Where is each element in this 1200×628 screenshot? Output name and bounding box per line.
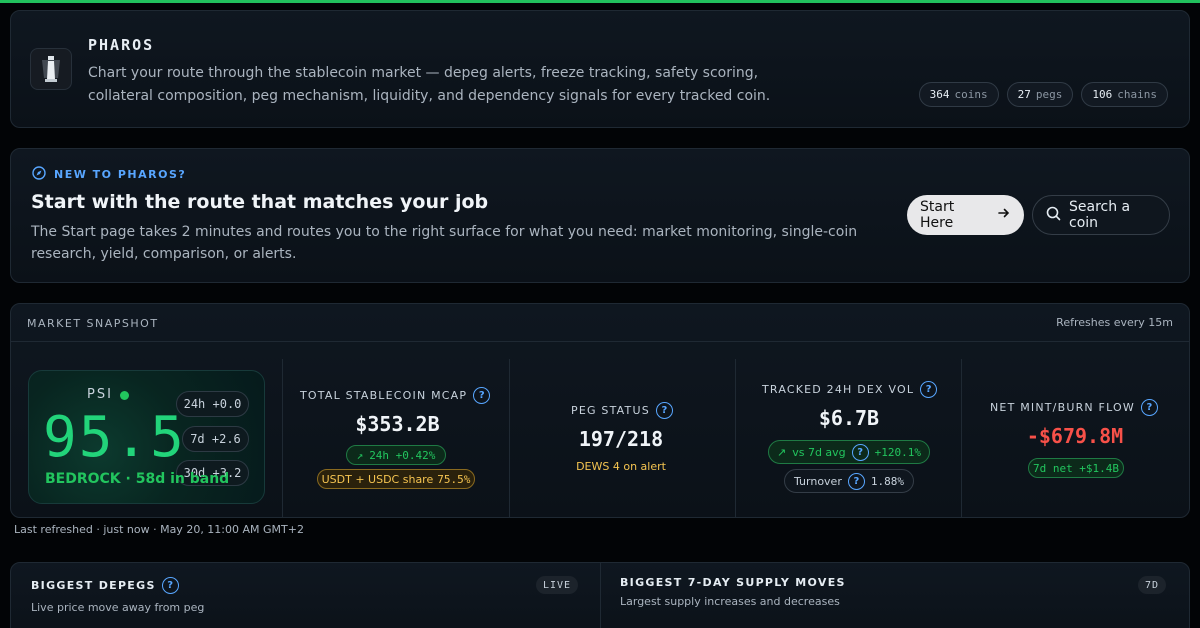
question-icon[interactable]: ?: [1140, 399, 1158, 416]
flow-value: -$679.8M: [1026, 424, 1124, 448]
psi-band: BEDROCK · 58d in band: [45, 471, 230, 487]
dex-vs-avg-chip: ↗ vs 7d avg ? +120.1%: [768, 440, 930, 464]
search-icon: [1046, 206, 1061, 225]
psi-status-dot: [120, 391, 129, 400]
snapshot-title: MARKET SNAPSHOT: [27, 317, 159, 330]
divider: [282, 359, 283, 517]
start-here-button[interactable]: Start Here: [907, 195, 1024, 235]
supply-moves-title: BIGGEST 7-DAY SUPPLY MOVES: [620, 576, 846, 589]
intro-text: The Start page takes 2 minutes and route…: [31, 224, 858, 262]
flow-7d-chip: 7d net +$1.4B: [1028, 458, 1124, 478]
dex-vol-title: TRACKED 24H DEX VOL ?: [762, 381, 938, 398]
flow-title: NET MINT/BURN FLOW ?: [990, 399, 1158, 416]
coins-count-chip: 364 coins: [918, 82, 999, 107]
question-icon[interactable]: ?: [920, 381, 938, 398]
new-user-card: NEW TO PHAROS? Start with the route that…: [10, 148, 1190, 283]
lighthouse-logo-icon[interactable]: [30, 48, 72, 90]
dews-alert-text[interactable]: DEWS 4 on alert: [523, 460, 719, 473]
brand-name: PHAROS: [88, 36, 155, 54]
peg-status-value: 197/218: [578, 427, 664, 451]
psi-change-24h: 24h +0.0: [176, 391, 249, 417]
stat-chips: 364 coins 27 pegs 106 chains: [918, 82, 1168, 107]
intro-title: Start with the route that matches your j…: [31, 191, 489, 213]
divider: [961, 359, 962, 517]
7d-badge: 7D: [1138, 576, 1167, 594]
biggest-depegs-title: BIGGEST DEPEGS ?: [31, 577, 179, 594]
psi-value: 95.5: [43, 405, 186, 470]
chains-count-chip: 106 chains: [1081, 82, 1168, 107]
snapshot-header: MARKET SNAPSHOT Refreshes every 15m: [11, 304, 1189, 342]
movers-card: BIGGEST DEPEGS ? Live price move away fr…: [10, 562, 1190, 628]
new-to-pharos-tag: NEW TO PHAROS?: [32, 166, 186, 183]
market-snapshot-card: MARKET SNAPSHOT Refreshes every 15m PSI …: [10, 303, 1190, 518]
psi-label: PSI: [87, 387, 113, 402]
psi-change-7d: 7d +2.6: [182, 426, 249, 452]
mcap-change-chip: ↗ 24h +0.42%: [346, 445, 446, 465]
live-badge: LIVE: [536, 576, 579, 594]
divider: [600, 563, 601, 628]
mcap-share-chip: USDT + USDC share 75.5%: [317, 469, 475, 489]
question-icon[interactable]: ?: [473, 387, 491, 404]
refresh-interval: Refreshes every 15m: [1056, 316, 1173, 329]
header-card: PHAROS Chart your route through the stab…: [10, 10, 1190, 128]
arrow-right-icon: [997, 206, 1011, 224]
trend-up-icon: ↗: [776, 445, 787, 459]
question-icon[interactable]: ?: [847, 472, 865, 490]
supply-moves-subtitle: Largest supply increases and decreases: [620, 595, 840, 608]
psi-panel[interactable]: PSI 95.5 24h +0.0 7d +2.6 30d +3.2 BEDRO…: [28, 370, 265, 504]
tagline: Chart your route through the stablecoin …: [88, 65, 771, 104]
top-accent-line: [0, 0, 1200, 3]
search-coin-button[interactable]: Search a coin: [1032, 195, 1170, 235]
mcap-value: $353.2B: [355, 412, 440, 436]
question-icon[interactable]: ?: [161, 577, 179, 594]
divider: [735, 359, 736, 517]
trend-up-icon: ↗: [356, 448, 364, 462]
peg-status-title: PEG STATUS ?: [571, 402, 673, 419]
divider: [509, 359, 510, 517]
compass-icon: [32, 166, 46, 183]
biggest-depegs-subtitle: Live price move away from peg: [31, 601, 205, 614]
turnover-chip: Turnover ? 1.88%: [784, 469, 914, 493]
mcap-title: TOTAL STABLECOIN MCAP ?: [300, 387, 491, 404]
dex-vol-value: $6.7B: [818, 406, 880, 430]
question-icon[interactable]: ?: [851, 443, 869, 461]
question-icon[interactable]: ?: [655, 402, 673, 419]
pegs-count-chip: 27 pegs: [1006, 82, 1074, 107]
last-refreshed-text: Last refreshed · just now · May 20, 11:0…: [14, 523, 304, 536]
